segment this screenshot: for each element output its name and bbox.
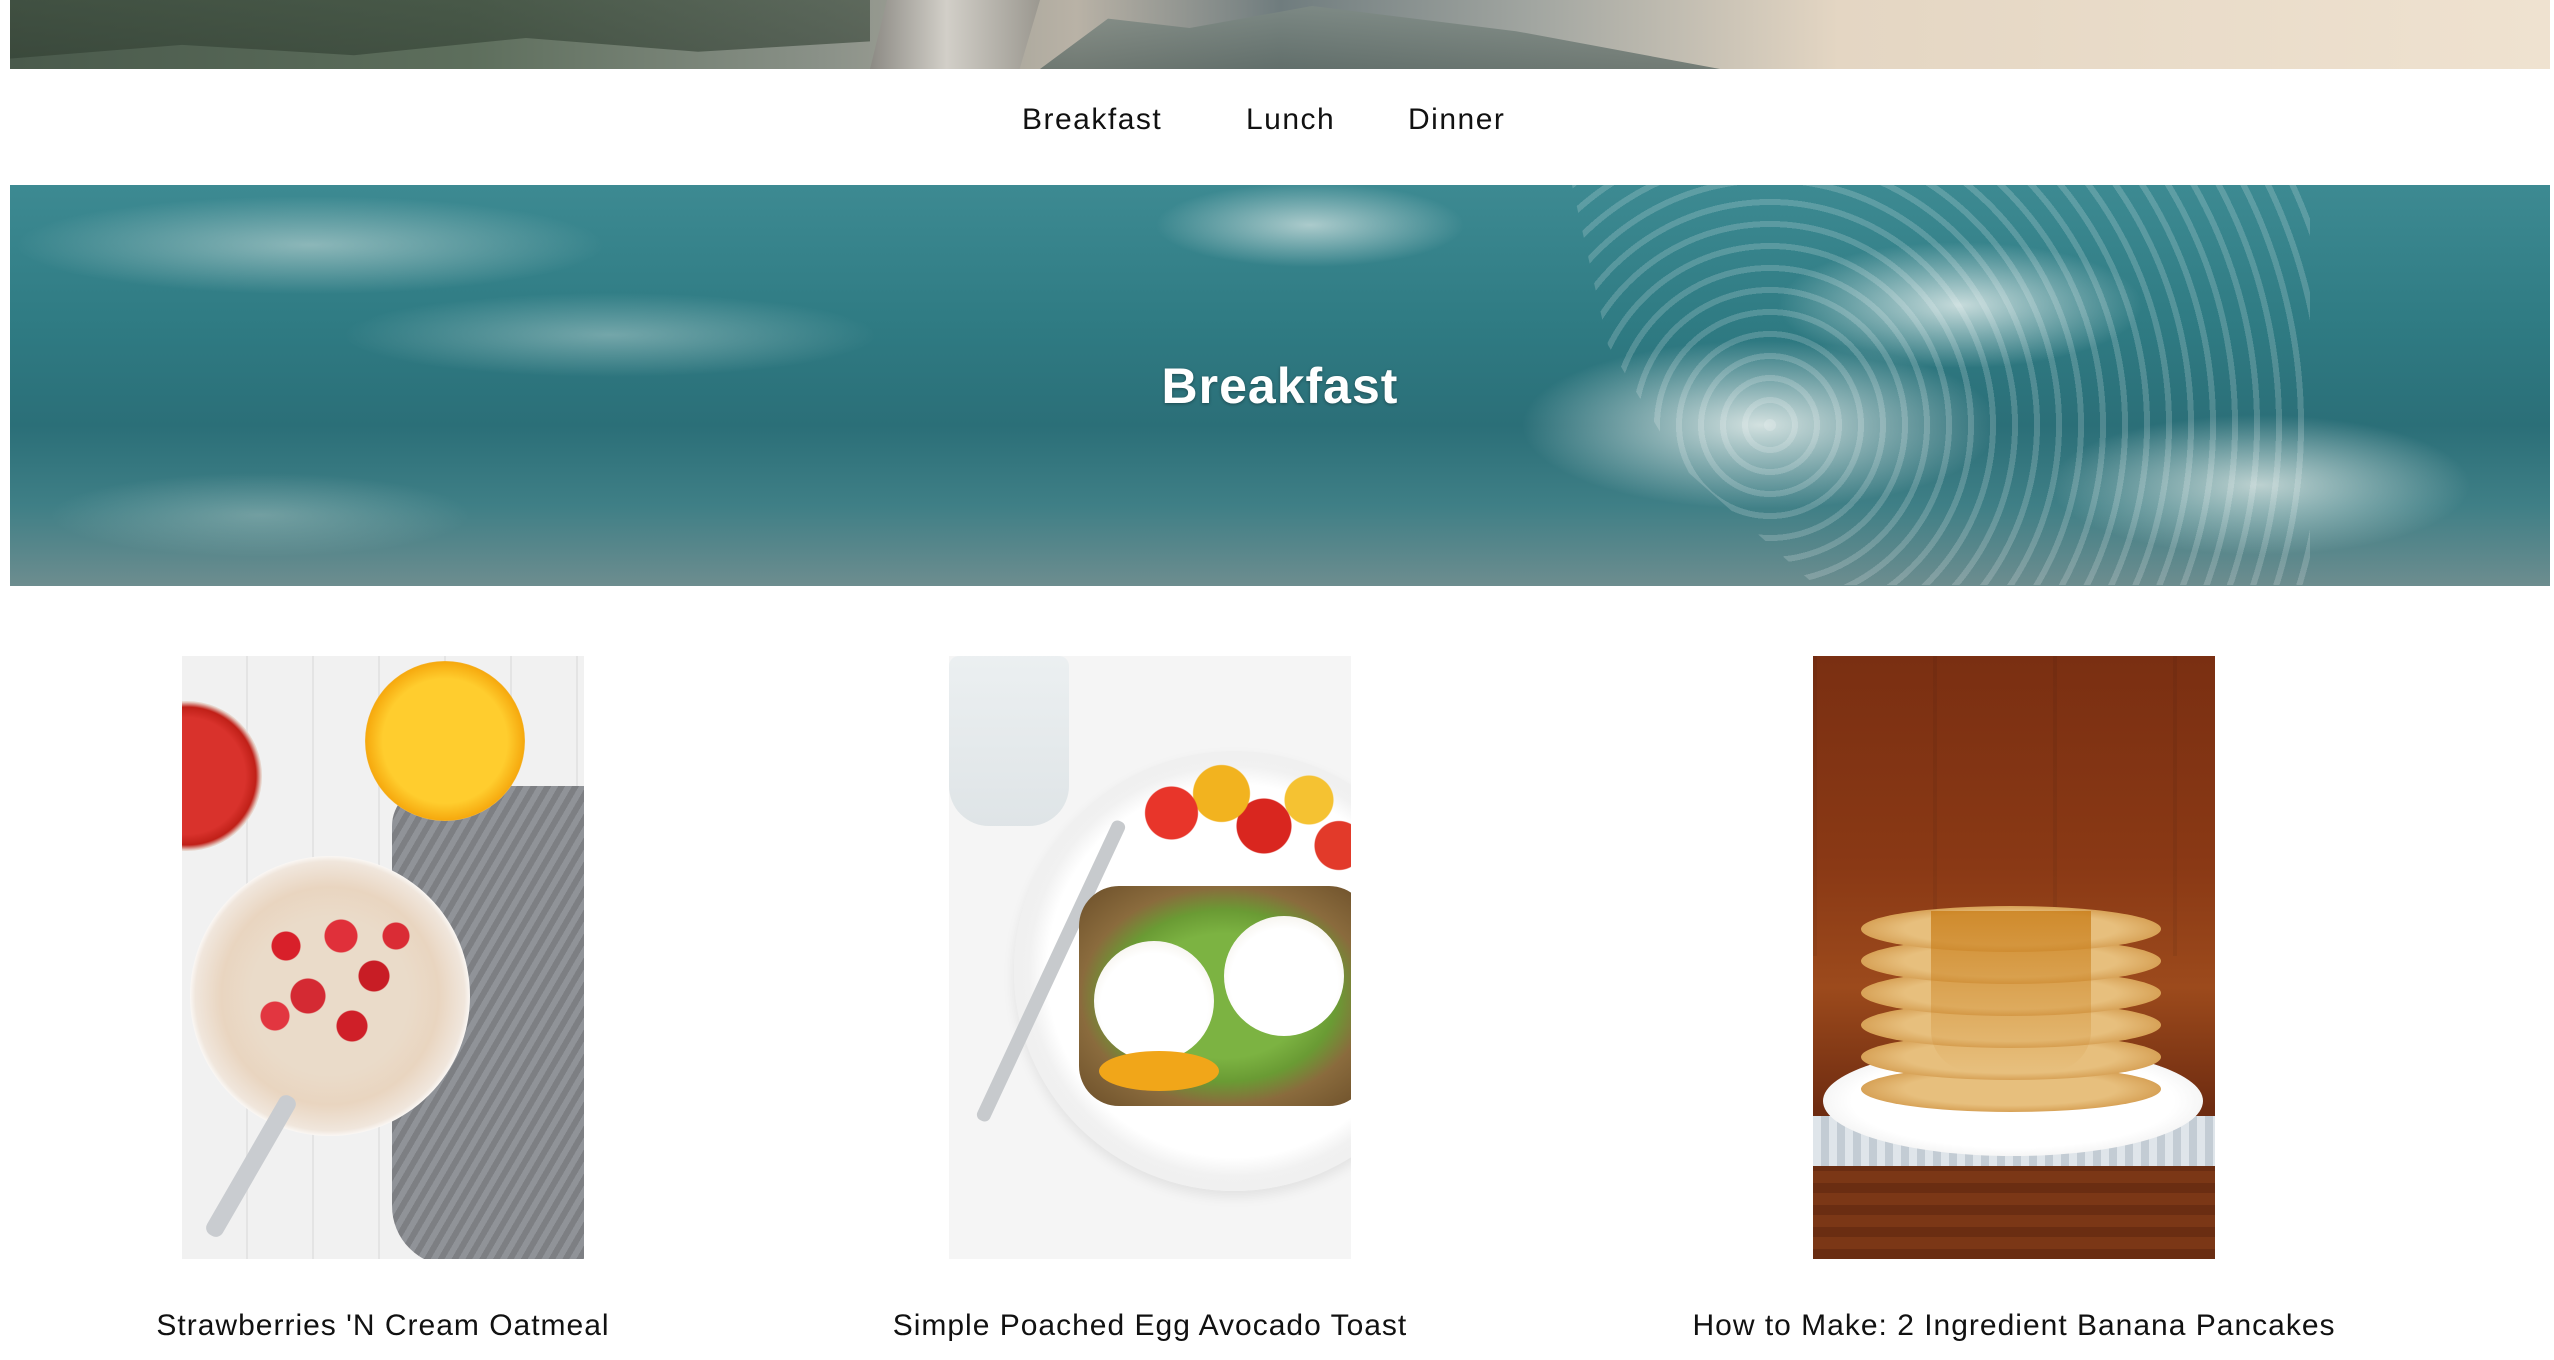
recipe-card[interactable]: Strawberries 'N Cream Oatmeal [156,656,609,1342]
recipe-title[interactable]: Simple Poached Egg Avocado Toast [649,1309,1651,1343]
nav-link-lunch[interactable]: Lunch [1246,103,1335,137]
main-nav: Breakfast Lunch Dinner [0,69,2554,185]
poached-egg [1094,941,1214,1061]
recipe-card[interactable]: Simple Poached Egg Avocado Toast [893,656,1406,1342]
recipe-image-avocado-toast[interactable] [949,656,1351,1259]
egg-yolk [1099,1051,1219,1091]
cherry-tomatoes [1109,761,1351,891]
orange-juice-glass [365,661,525,821]
banner-cliff [870,0,1040,69]
recipe-title[interactable]: How to Make: 2 Ingredient Banana Pancake… [1513,1309,2515,1343]
syrup [1931,911,2091,1071]
poached-egg [1224,916,1344,1036]
header-banner-image [10,0,2550,69]
banner-hill [1040,6,1720,69]
strawberry-bowl [182,701,262,851]
recipe-image-oatmeal[interactable] [182,656,584,1259]
oatmeal-bowl [190,856,470,1136]
hero-banner: Breakfast [10,185,2550,586]
page-title: Breakfast [1161,357,1399,414]
nav-link-breakfast[interactable]: Breakfast [1022,103,1162,137]
water-glass [949,656,1069,826]
page: Breakfast Lunch Dinner Breakfast Strawbe… [0,0,2554,1360]
spoon [203,1092,299,1240]
banner-trees [10,0,870,59]
pancake-stack [1861,906,2161,1116]
recipe-card[interactable]: How to Make: 2 Ingredient Banana Pancake… [1692,656,2335,1342]
recipe-image-pancakes[interactable] [1813,656,2215,1259]
nav-link-dinner[interactable]: Dinner [1408,103,1505,137]
